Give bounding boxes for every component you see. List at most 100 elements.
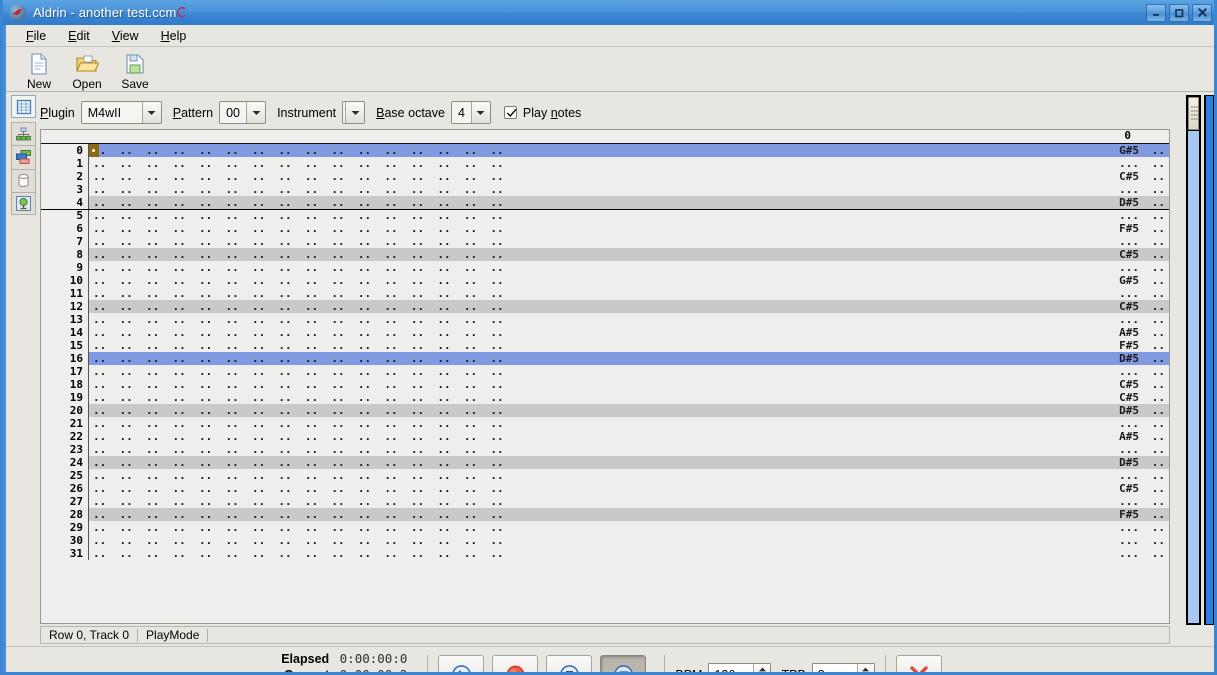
note-cell[interactable]: C#5 (1119, 482, 1139, 495)
row-cells[interactable]: .. .. .. .. .. .. .. .. .. .. .. .. .. .… (89, 521, 1169, 534)
pattern-row[interactable]: 12.. .. .. .. .. .. .. .. .. .. .. .. ..… (41, 300, 1169, 313)
row-cells[interactable]: .. .. .. .. .. .. .. .. .. .. .. .. .. .… (89, 222, 1169, 235)
pattern-row[interactable]: 2.. .. .. .. .. .. .. .. .. .. .. .. .. … (41, 170, 1169, 183)
trailing-cell[interactable]: .. (1152, 183, 1165, 196)
instrument-combo[interactable] (342, 101, 366, 124)
note-cell[interactable]: F#5 (1119, 339, 1139, 352)
trailing-cell[interactable]: .. (1152, 482, 1165, 495)
row-cells[interactable]: .. .. .. .. .. .. .. .. .. .. .. .. .. .… (89, 482, 1169, 495)
row-cells[interactable]: .. .. .. .. .. .. .. .. .. .. .. .. .. .… (89, 443, 1169, 456)
pattern-combo[interactable]: 00 (219, 101, 267, 124)
trailing-cell[interactable]: .. (1152, 534, 1165, 547)
note-cell[interactable]: ... (1119, 313, 1139, 326)
row-cells[interactable]: .. .. .. .. .. .. .. .. .. .. .. .. .. .… (89, 274, 1169, 287)
pattern-row[interactable]: 23.. .. .. .. .. .. .. .. .. .. .. .. ..… (41, 443, 1169, 456)
note-cell[interactable]: D#5 (1119, 404, 1139, 417)
trailing-cell[interactable]: .. (1152, 157, 1165, 170)
row-cells[interactable]: .. .. .. .. .. .. .. .. .. .. .. .. .. .… (89, 547, 1169, 560)
pattern-row[interactable]: 28.. .. .. .. .. .. .. .. .. .. .. .. ..… (41, 508, 1169, 521)
pattern-row[interactable]: 24.. .. .. .. .. .. .. .. .. .. .. .. ..… (41, 456, 1169, 469)
pattern-editor-icon[interactable] (11, 95, 36, 119)
trailing-cell[interactable]: .. (1151, 404, 1165, 417)
note-cell[interactable]: ... (1119, 365, 1139, 378)
base-octave-combo[interactable]: 4 (450, 101, 491, 124)
pattern-row[interactable]: 9.. .. .. .. .. .. .. .. .. .. .. .. .. … (41, 261, 1169, 274)
pattern-row[interactable]: 3.. .. .. .. .. .. .. .. .. .. .. .. .. … (41, 183, 1169, 196)
row-cells[interactable]: .. .. .. .. .. .. .. .. .. .. .. .. .. .… (89, 235, 1169, 248)
menu-help[interactable]: Help (150, 27, 198, 45)
tpb-spinner[interactable]: 8 (811, 662, 875, 673)
chevron-down-icon[interactable] (141, 102, 161, 123)
row-cells[interactable]: .. .. .. .. .. .. .. .. .. .. .. .. .. .… (89, 300, 1169, 313)
row-cells[interactable]: .. .. .. .. .. .. .. .. .. .. .. .. .. .… (89, 404, 1169, 417)
row-cells[interactable]: .. .. .. .. .. .. .. .. .. .. .. .. .. .… (89, 495, 1169, 508)
sequencer-windows-icon[interactable] (11, 145, 36, 169)
trailing-cell[interactable]: .. (1152, 430, 1165, 443)
wavetable-cylinder-icon[interactable] (11, 168, 36, 192)
scrollbar-thumb[interactable] (1188, 97, 1199, 130)
row-cells[interactable]: .. .. .. .. .. .. .. .. .. .. .. .. .. .… (89, 391, 1169, 404)
plugin-combo[interactable]: M4wII (80, 101, 162, 124)
row-cells[interactable]: .. .. .. .. .. .. .. .. .. .. .. .. .. .… (89, 456, 1169, 469)
pattern-row[interactable]: 5.. .. .. .. .. .. .. .. .. .. .. .. .. … (41, 209, 1169, 222)
note-cell[interactable]: ... (1119, 469, 1139, 482)
trailing-cell[interactable]: .. (1152, 469, 1165, 482)
note-cell[interactable]: ... (1119, 443, 1139, 456)
pattern-row[interactable]: 30.. .. .. .. .. .. .. .. .. .. .. .. ..… (41, 534, 1169, 547)
note-cell[interactable]: ... (1119, 183, 1139, 196)
record-button[interactable] (492, 654, 539, 672)
trailing-cell[interactable]: .. (1152, 326, 1165, 339)
scrollbar-trough[interactable] (1188, 131, 1199, 623)
pattern-row[interactable]: 17.. .. .. .. .. .. .. .. .. .. .. .. ..… (41, 365, 1169, 378)
note-cell[interactable]: C#5 (1119, 391, 1139, 404)
row-cells[interactable]: .. .. .. .. .. .. .. .. .. .. .. .. .. .… (89, 534, 1169, 547)
pattern-row[interactable]: 19.. .. .. .. .. .. .. .. .. .. .. .. ..… (41, 391, 1169, 404)
trailing-cell[interactable]: .. (1151, 508, 1165, 521)
pattern-row[interactable]: 20.. .. .. .. .. .. .. .. .. .. .. .. ..… (41, 404, 1169, 417)
row-cells[interactable]: .. .. .. .. .. .. .. .. .. .. .. .. .. .… (89, 144, 1169, 157)
bpm-spinner[interactable]: 126 (708, 662, 772, 673)
play-notes-checkbox[interactable]: Play notes (503, 106, 581, 120)
trailing-cell[interactable]: .. (1152, 170, 1165, 183)
row-cells[interactable]: .. .. .. .. .. .. .. .. .. .. .. .. .. .… (89, 417, 1169, 430)
note-cell[interactable]: G#5 (1119, 144, 1139, 157)
tpb-increment-button[interactable] (858, 664, 874, 673)
router-nodes-icon[interactable] (11, 122, 36, 146)
row-cells[interactable]: .. .. .. .. .. .. .. .. .. .. .. .. .. .… (89, 430, 1169, 443)
chevron-down-icon[interactable] (246, 102, 266, 123)
note-cell[interactable]: ... (1119, 417, 1139, 430)
pattern-row[interactable]: 4.. .. .. .. .. .. .. .. .. .. .. .. .. … (41, 196, 1169, 210)
note-cell[interactable]: C#5 (1119, 170, 1139, 183)
trailing-cell[interactable]: .. (1151, 248, 1165, 261)
pattern-row[interactable]: 1.. .. .. .. .. .. .. .. .. .. .. .. .. … (41, 157, 1169, 170)
pattern-row[interactable]: 29.. .. .. .. .. .. .. .. .. .. .. .. ..… (41, 521, 1169, 534)
vertical-scrollbar[interactable] (1186, 95, 1201, 625)
menu-file[interactable]: File (15, 27, 57, 45)
trailing-cell[interactable]: .. (1151, 300, 1165, 313)
row-cells[interactable]: .. .. .. .. .. .. .. .. .. .. .. .. .. .… (89, 287, 1169, 300)
pattern-row[interactable]: 26.. .. .. .. .. .. .. .. .. .. .. .. ..… (41, 482, 1169, 495)
trailing-cell[interactable]: .. (1151, 352, 1165, 365)
pattern-row[interactable]: 18.. .. .. .. .. .. .. .. .. .. .. .. ..… (41, 378, 1169, 391)
trailing-cell[interactable]: .. (1152, 391, 1165, 404)
pattern-rows[interactable]: 0.. .. .. .. .. .. .. .. .. .. .. .. .. … (41, 144, 1169, 560)
minimize-button[interactable] (1146, 3, 1166, 22)
row-cells[interactable]: .. .. .. .. .. .. .. .. .. .. .. .. .. .… (89, 339, 1169, 352)
note-cell[interactable]: ... (1119, 235, 1139, 248)
row-cells[interactable]: .. .. .. .. .. .. .. .. .. .. .. .. .. .… (89, 365, 1169, 378)
note-cell[interactable]: G#5 (1119, 274, 1139, 287)
trailing-cell[interactable]: .. (1152, 495, 1165, 508)
note-cell[interactable]: C#5 (1119, 378, 1139, 391)
trailing-cell[interactable]: .. (1152, 339, 1165, 352)
pattern-row[interactable]: 0.. .. .. .. .. .. .. .. .. .. .. .. .. … (41, 144, 1169, 157)
bpm-increment-button[interactable] (754, 664, 770, 673)
note-cell[interactable]: F#5 (1119, 508, 1139, 521)
pattern-editor[interactable]: 0 0.. .. .. .. .. .. .. .. .. .. .. .. .… (40, 129, 1170, 624)
tpb-value[interactable]: 8 (813, 664, 857, 673)
new-button[interactable]: New (15, 50, 63, 91)
panic-button[interactable] (895, 654, 942, 672)
pattern-row[interactable]: 22.. .. .. .. .. .. .. .. .. .. .. .. ..… (41, 430, 1169, 443)
open-button[interactable]: Open (63, 50, 111, 91)
info-tree-icon[interactable] (11, 191, 36, 216)
bpm-value[interactable]: 126 (709, 664, 753, 673)
